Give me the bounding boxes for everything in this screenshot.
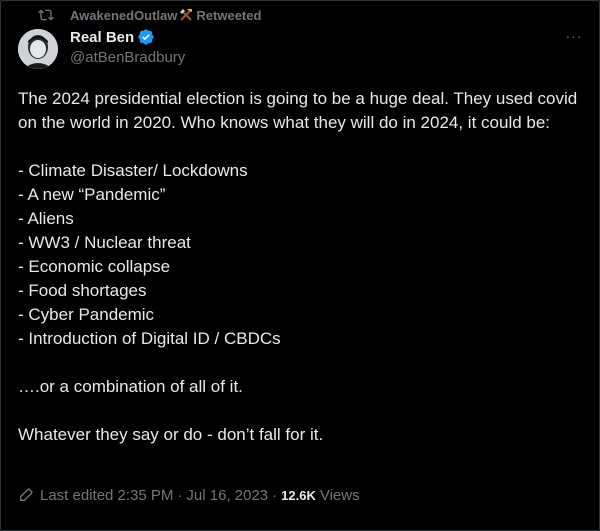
retweeted-label: Retweeted	[196, 7, 262, 23]
list-item: - WW3 / Nuclear threat	[18, 233, 191, 252]
list-item: - Introduction of Digital ID / CBDCs	[18, 329, 281, 348]
views-label: Views	[319, 486, 360, 504]
list-item: - A new “Pandemic”	[18, 185, 166, 204]
avatar[interactable]	[18, 29, 58, 69]
tweet-card[interactable]: AwakenedOutlaw Retweeted Real Ben @atBen…	[0, 0, 600, 531]
tweet-meta: Last edited 2:35 PM · Jul 16, 2023 · 12.…	[18, 485, 360, 505]
tweet-closing-line: Whatever they say or do - don’t fall for…	[18, 425, 324, 444]
retweet-context: AwakenedOutlaw Retweeted	[38, 6, 261, 24]
list-item: - Food shortages	[18, 281, 147, 300]
author-block: Real Ben @atBenBradbury	[70, 27, 185, 67]
verified-badge-icon[interactable]	[137, 28, 155, 46]
retweeter-name[interactable]: AwakenedOutlaw	[70, 8, 177, 23]
list-item: - Aliens	[18, 209, 74, 228]
hammer-pick-emoji-icon	[178, 7, 194, 23]
tweet-text: The 2024 presidential election is going …	[18, 87, 584, 447]
retweet-icon	[38, 7, 54, 23]
list-item: - Climate Disaster/ Lockdowns	[18, 161, 248, 180]
list-item: - Cyber Pandemic	[18, 305, 155, 324]
author-name[interactable]: Real Ben	[70, 29, 134, 46]
more-options-icon[interactable]: ···	[564, 28, 584, 44]
edited-time[interactable]: Last edited 2:35 PM	[40, 487, 173, 504]
author-handle[interactable]: @atBenBradbury	[70, 49, 185, 66]
views-count: 12.6K	[281, 487, 316, 503]
separator: ·	[272, 486, 278, 504]
list-item: - Economic collapse	[18, 257, 171, 276]
pencil-icon	[18, 487, 34, 503]
tweet-combination-line: ….or a combination of all of it.	[18, 377, 243, 396]
separator: ·	[177, 486, 183, 504]
tweet-date[interactable]: Jul 16, 2023	[186, 487, 268, 504]
tweet-intro: The 2024 presidential election is going …	[18, 89, 578, 132]
